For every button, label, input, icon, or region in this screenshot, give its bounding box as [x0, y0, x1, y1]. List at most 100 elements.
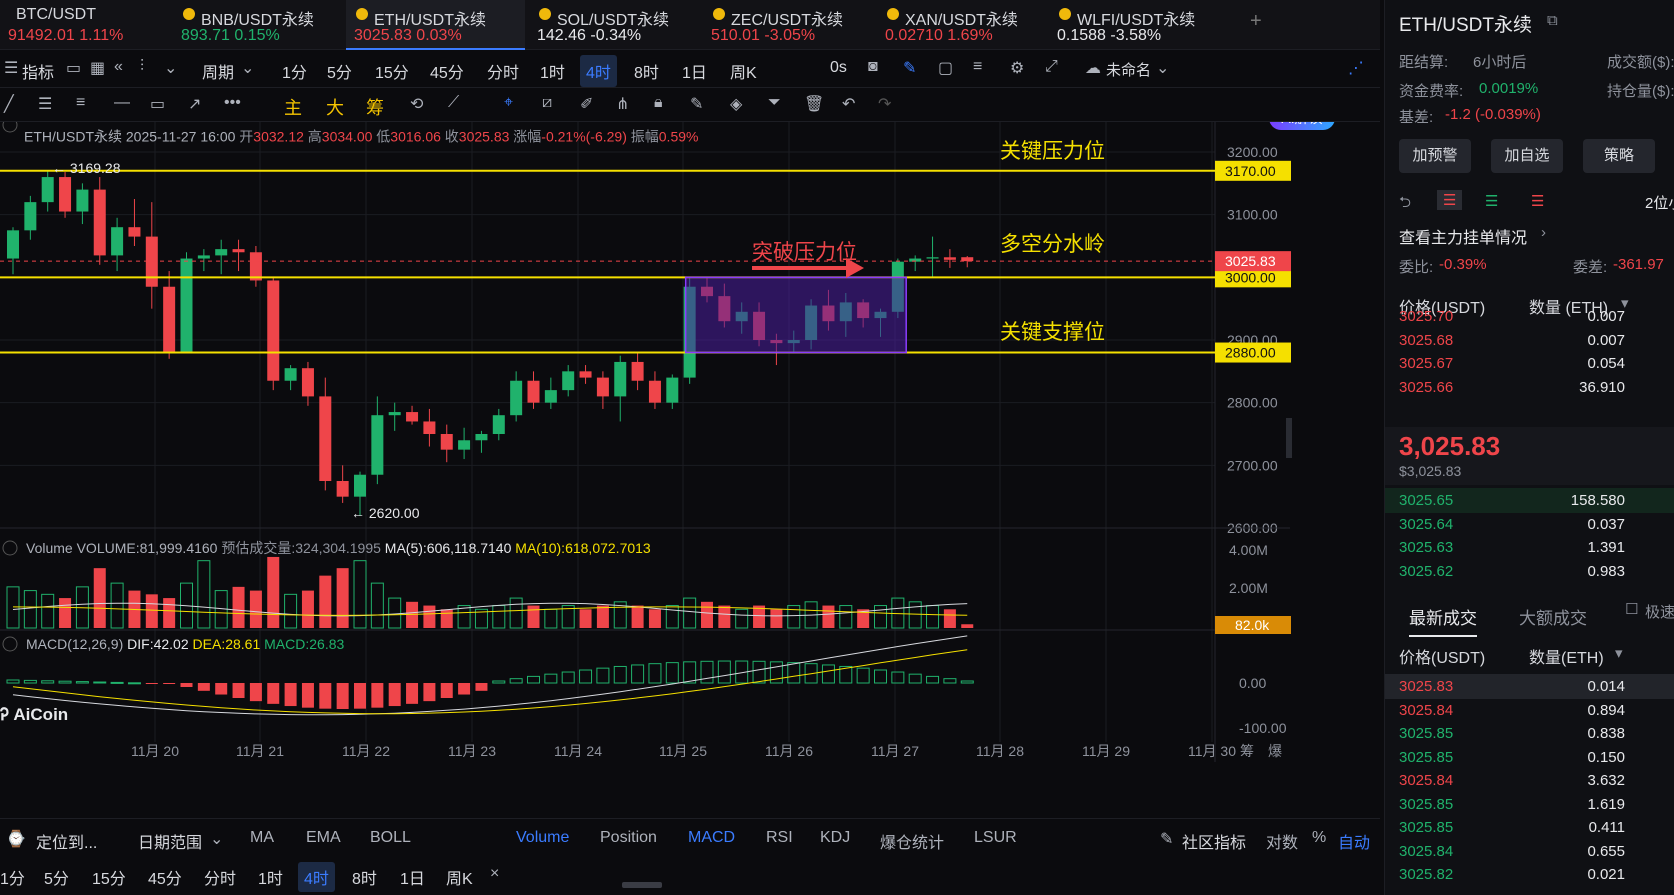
filter-icon[interactable]: ⏷ — [768, 94, 781, 112]
macd-bar[interactable] — [197, 683, 210, 691]
candle[interactable] — [111, 227, 124, 256]
asks-mode-icon[interactable]: ☰ — [1531, 192, 1544, 210]
chevron-right-icon[interactable]: › — [1541, 224, 1546, 241]
candle[interactable] — [596, 377, 609, 397]
macd-bar[interactable] — [23, 679, 37, 684]
indicator-button[interactable]: 指标 — [22, 59, 54, 83]
volume-bar[interactable] — [423, 605, 436, 628]
volume-bar[interactable] — [319, 575, 332, 628]
fullscreen-icon[interactable]: ⤢ — [1045, 58, 1058, 76]
candle[interactable] — [475, 434, 488, 441]
strategy-button[interactable]: 策略 — [1583, 139, 1655, 173]
volume-bar[interactable] — [267, 556, 280, 628]
macd-bar[interactable] — [163, 683, 176, 684]
volume-bar[interactable] — [110, 582, 124, 629]
macd-bar[interactable] — [232, 683, 245, 698]
subchart-option[interactable]: KDJ — [820, 829, 850, 847]
ask-row[interactable]: 3025.70 0.007 — [1385, 304, 1674, 329]
bottom-interval-option[interactable]: 1分 — [0, 865, 25, 889]
bottom-interval-option[interactable]: 8时 — [352, 865, 377, 889]
line-tool-icon[interactable]: ╱ — [4, 94, 14, 114]
macd-bar[interactable] — [943, 678, 957, 684]
ruler-icon[interactable]: ⧄ — [542, 94, 552, 112]
percent-toggle[interactable]: % — [1312, 829, 1326, 847]
volume-bar[interactable] — [787, 605, 801, 629]
macd-bar[interactable] — [267, 683, 280, 704]
community-icon[interactable]: ✎ — [1160, 829, 1173, 849]
volume-bar[interactable] — [701, 601, 713, 628]
macd-bar[interactable] — [145, 683, 158, 684]
bottom-interval-option[interactable]: 45分 — [148, 865, 182, 889]
macd-bar[interactable] — [110, 681, 124, 684]
macd-bar[interactable] — [665, 662, 679, 684]
candle[interactable] — [197, 255, 210, 259]
orderbook-mode-icon[interactable]: ☰ — [1437, 190, 1463, 210]
add-watchlist-button[interactable]: 加自选 — [1491, 139, 1563, 173]
settings-icon[interactable]: ⚙ — [1010, 58, 1024, 78]
volume-bar[interactable] — [284, 593, 298, 629]
subchart-option[interactable]: MACD — [688, 829, 735, 847]
macd-bar[interactable] — [509, 678, 523, 684]
interval-option[interactable]: 4时 — [580, 55, 617, 87]
candle[interactable] — [163, 286, 176, 353]
macd-bar[interactable] — [388, 683, 401, 707]
volume-bar[interactable] — [770, 609, 783, 628]
ticker-tab[interactable]: BNB/USDT永续 893.71 0.15% — [173, 0, 342, 50]
macd-bar[interactable] — [284, 683, 297, 707]
macd-bar[interactable] — [249, 683, 262, 702]
volume-bar[interactable] — [6, 586, 20, 629]
macd-bar[interactable] — [579, 669, 593, 684]
candle[interactable] — [423, 421, 436, 434]
close-icon[interactable]: × — [490, 865, 499, 883]
bid-row[interactable]: 3025.65 158.580 — [1385, 488, 1674, 513]
subchart-option[interactable]: LSUR — [974, 829, 1017, 847]
macd-bar[interactable] — [354, 683, 366, 709]
volume-bar[interactable] — [735, 608, 749, 629]
macd-bar[interactable] — [561, 671, 575, 684]
consolidation-box[interactable] — [684, 276, 907, 354]
camera-icon[interactable]: ◙ — [868, 58, 878, 76]
layout-name[interactable]: 未命名 — [1106, 59, 1151, 80]
macd-bar[interactable] — [336, 683, 349, 709]
macd-bar[interactable] — [613, 665, 627, 684]
indicator-option[interactable]: EMA — [306, 829, 341, 847]
macd-bar[interactable] — [596, 667, 610, 684]
indicator-option[interactable]: BOLL — [370, 829, 411, 847]
undo-icon[interactable]: ↶ — [842, 94, 855, 114]
macd-bar[interactable] — [752, 660, 766, 684]
macd-bar[interactable] — [856, 667, 870, 684]
volume-bar[interactable] — [301, 590, 314, 628]
bid-row[interactable]: 3025.63 1.391 — [1385, 535, 1674, 560]
macd-bar[interactable] — [544, 673, 558, 684]
volume-bar[interactable] — [388, 597, 402, 629]
macd-bar[interactable] — [960, 680, 974, 684]
candle[interactable] — [24, 202, 37, 231]
candle[interactable] — [249, 252, 262, 281]
log-scale-toggle[interactable]: 对数 — [1266, 829, 1298, 853]
ask-row[interactable]: 3025.68 0.007 — [1385, 328, 1674, 353]
candle[interactable] — [510, 380, 523, 416]
brush-icon[interactable]: ✐ — [580, 94, 593, 114]
volume-bar[interactable] — [648, 609, 661, 628]
macd-bar[interactable] — [371, 683, 384, 708]
volume-bar[interactable] — [943, 609, 956, 628]
volume-bar[interactable] — [59, 598, 72, 628]
rewind-icon[interactable]: « — [114, 58, 123, 76]
candle[interactable] — [128, 227, 141, 237]
view-icon[interactable]: ⮌ — [1399, 192, 1411, 217]
candle[interactable] — [336, 481, 349, 497]
hlines-tool-icon[interactable]: ☰ — [38, 94, 52, 114]
candle[interactable] — [943, 257, 956, 260]
fast-checkbox[interactable]: ☐ — [1625, 600, 1638, 618]
bottom-interval-option[interactable]: 分时 — [204, 865, 236, 889]
candle[interactable] — [59, 177, 72, 212]
candle[interactable] — [614, 361, 627, 397]
macd-bar[interactable] — [787, 662, 801, 684]
interval-option[interactable]: 分时 — [487, 59, 519, 83]
interval-option[interactable]: 1分 — [282, 59, 307, 83]
volume-bar[interactable] — [440, 609, 453, 628]
collapse-icon[interactable] — [2, 636, 18, 652]
candle[interactable] — [579, 371, 592, 378]
hline-tool-icon[interactable]: — — [114, 94, 130, 112]
volume-bar[interactable] — [839, 605, 853, 629]
